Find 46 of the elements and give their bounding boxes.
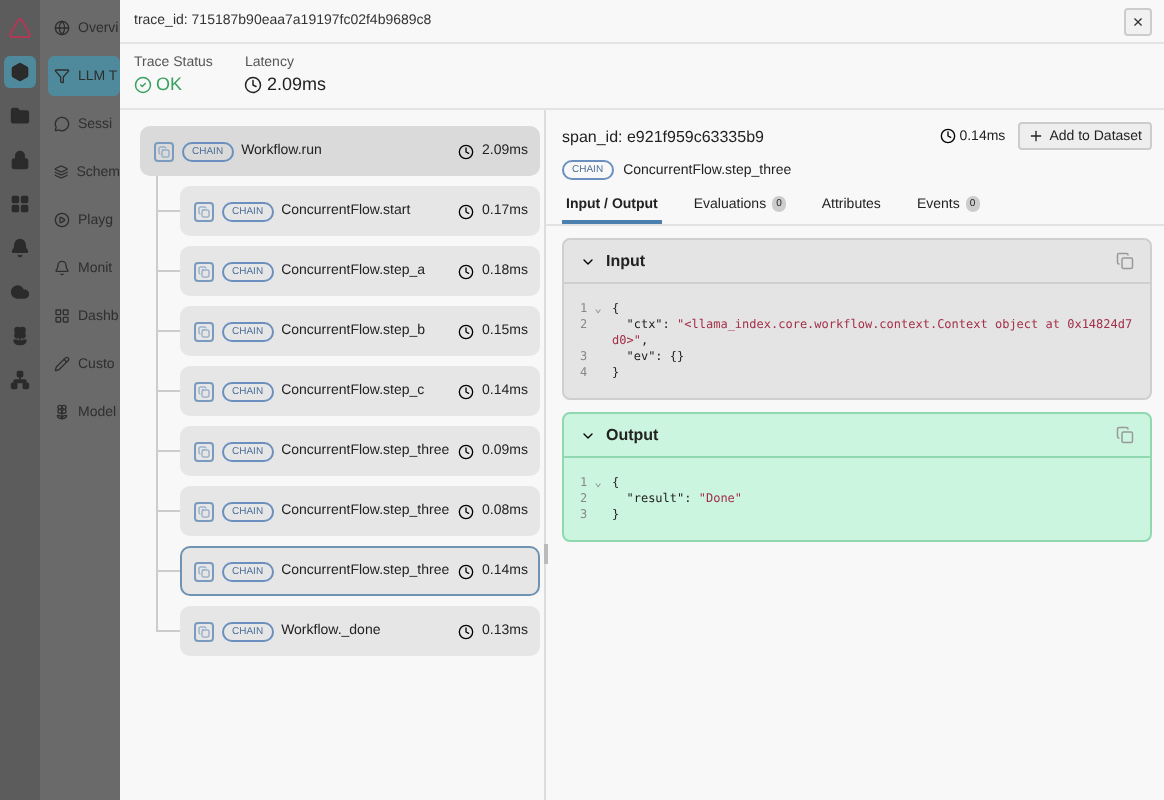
panel-title: Input — [606, 252, 648, 270]
clock-icon — [458, 503, 475, 519]
clock-icon — [458, 323, 475, 339]
span-icon — [194, 441, 214, 461]
clock-icon — [458, 383, 475, 399]
panel-title: Output — [606, 426, 661, 444]
filter-icon — [54, 68, 70, 84]
pencil-icon — [54, 356, 70, 372]
clock-icon — [458, 203, 475, 219]
check-circle-icon — [134, 75, 152, 93]
network-icon — [10, 370, 30, 390]
span-icon — [194, 621, 214, 641]
clock-icon — [458, 143, 475, 159]
clock-icon — [458, 443, 475, 459]
latency-value: 2.09ms — [244, 74, 326, 94]
bell-icon — [10, 238, 30, 258]
lock-icon — [10, 150, 30, 170]
chat-icon — [54, 116, 70, 132]
span-id: span_id: e921f959c63335b9 — [562, 127, 764, 145]
cloud-icon — [10, 282, 30, 302]
rail-button[interactable] — [4, 56, 36, 88]
copy-icon[interactable] — [1116, 426, 1134, 444]
span-icon — [194, 381, 214, 401]
span-icon — [154, 141, 174, 161]
clock-icon — [939, 128, 956, 144]
close-button[interactable]: × — [1124, 7, 1152, 35]
grid-icon — [54, 308, 70, 324]
clock-icon — [458, 623, 475, 639]
span-icon — [194, 261, 214, 281]
layers-icon — [54, 164, 69, 180]
plus-icon — [1027, 128, 1044, 144]
folder-icon — [10, 106, 30, 126]
clock-icon — [458, 563, 475, 579]
span-icon — [194, 321, 214, 341]
bell-icon — [54, 260, 70, 276]
grid-icon — [10, 194, 30, 214]
clock-icon — [458, 263, 475, 279]
span-icon — [194, 501, 214, 521]
copy-icon[interactable] — [1116, 252, 1134, 270]
play-icon — [54, 212, 70, 228]
clock-icon — [244, 75, 263, 93]
span-icon — [194, 201, 214, 221]
globe-icon — [54, 20, 70, 36]
status-value: OK — [134, 74, 213, 94]
span-icon — [194, 561, 214, 581]
triangle-logo-icon — [8, 16, 32, 40]
